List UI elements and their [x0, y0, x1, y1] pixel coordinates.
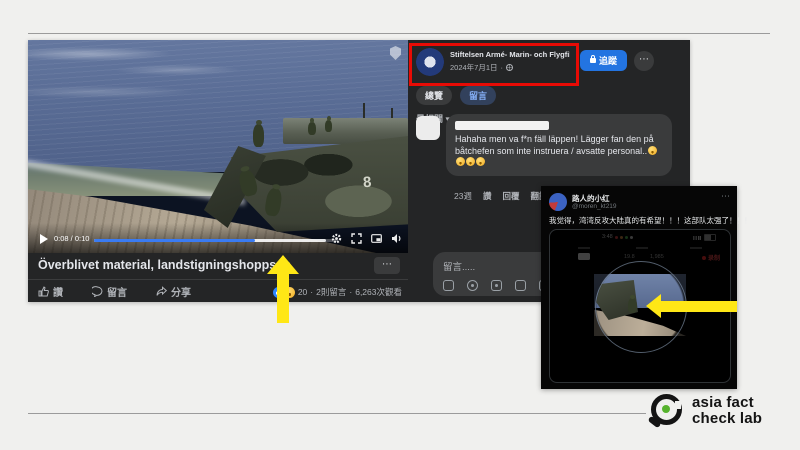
- comment-count: 2則留言: [316, 286, 346, 298]
- comment-text-line2: båtchefen som inte instruera / avsatte p…: [455, 146, 647, 156]
- settings-icon[interactable]: [331, 233, 342, 244]
- pip-icon[interactable]: [371, 233, 382, 244]
- comment-label: 留言: [107, 284, 127, 299]
- progress-played: [94, 239, 255, 242]
- tab-comments[interactable]: 留言: [460, 86, 496, 105]
- commenter-name-blurred: [455, 121, 549, 130]
- arrow-shaft: [277, 274, 289, 323]
- video-progress-bar[interactable]: [94, 239, 338, 242]
- logo-line1: asia fact: [692, 395, 762, 411]
- laughing-emoji-icon: [456, 157, 465, 166]
- green-dot: [662, 405, 670, 413]
- logo-line2: check lab: [692, 411, 762, 427]
- reaction-count: 20: [298, 287, 307, 297]
- comment-text-line1: Hahaha men va f*n fäll läppen! Lägger fa…: [455, 134, 654, 144]
- yellow-arrow-annotation: [267, 255, 299, 323]
- avatar-sticker-icon[interactable]: [443, 280, 454, 291]
- post-action-bar: 讚 留言 分享 20 · 2則留言 · 6,263次觀看: [28, 279, 408, 303]
- soldier-on-deck: [325, 120, 332, 132]
- video-time: 0:08 / 0:10: [54, 234, 89, 243]
- video-player[interactable]: 8 0:08 / 0:10: [28, 40, 408, 253]
- soldier-on-deck: [308, 122, 316, 135]
- view-count: 6,263次觀看: [355, 286, 402, 298]
- like-label: 讚: [53, 284, 63, 299]
- video-more-button[interactable]: ⋯: [374, 257, 400, 274]
- comment-reply-link[interactable]: 回覆: [502, 190, 519, 202]
- video-title-bar: Överblivet material, landstigningshoppsa…: [28, 253, 408, 279]
- post-more-button[interactable]: ⋯: [634, 51, 654, 71]
- gif-icon[interactable]: [515, 280, 526, 291]
- share-label: 分享: [171, 284, 191, 299]
- bottom-divider-line: [28, 413, 646, 414]
- logo-text: asia fact check lab: [692, 395, 762, 427]
- follow-button[interactable]: 追蹤: [580, 50, 627, 71]
- lock-icon: [590, 58, 596, 63]
- tweet-handle[interactable]: @moren_kt219: [572, 203, 617, 210]
- comment-bubble: Hahaha men va f*n fäll läppen! Lägger fa…: [446, 114, 672, 176]
- comment-button[interactable]: 留言: [92, 284, 127, 299]
- magnifier-icon: [648, 392, 684, 430]
- arrow-head: [646, 294, 661, 318]
- like-button[interactable]: 讚: [38, 284, 63, 299]
- tweet-avatar[interactable]: [549, 193, 567, 211]
- tab-overview[interactable]: 總覽: [416, 86, 452, 105]
- top-divider-line: [28, 33, 770, 34]
- follow-label: 追蹤: [599, 54, 617, 67]
- video-title: Överblivet material, landstigningshoppsa…: [38, 258, 291, 272]
- laughing-emoji-icon: [466, 157, 475, 166]
- play-icon[interactable]: [40, 234, 48, 244]
- share-button[interactable]: 分享: [156, 284, 191, 299]
- soldier-on-ramp: [253, 124, 264, 147]
- tweet-screenshot: 路人的小红 @moren_kt219 ⋯ 我觉得，湾湾反攻大陆真的有希望！！！这…: [541, 186, 737, 389]
- tweet-text: 我觉得，湾湾反攻大陆真的有希望！！！这部队太强了！！！: [549, 215, 752, 226]
- fullscreen-icon[interactable]: [351, 233, 362, 244]
- magnifier-ring-gap: [675, 401, 681, 409]
- boat-hull: [231, 136, 408, 232]
- tweet-video[interactable]: 3:48 19.8 1,985 录制: [549, 229, 731, 383]
- comment-age: 23週: [454, 190, 472, 202]
- tweet-more-button[interactable]: ⋯: [721, 191, 730, 202]
- arrow-shaft: [661, 301, 737, 312]
- commenter-avatar-blurred: [416, 116, 440, 140]
- volume-icon[interactable]: [391, 233, 402, 244]
- laughing-emoji-icon: [648, 146, 657, 155]
- yellow-arrow-annotation: [646, 294, 737, 318]
- arrow-head: [267, 255, 299, 274]
- video-controls: 0:08 / 0:10: [28, 223, 408, 253]
- laughing-emoji-icon: [476, 157, 485, 166]
- comment-like-link[interactable]: 讚: [483, 190, 492, 202]
- emoji-icon[interactable]: [467, 280, 478, 291]
- boat-hull-number: 8: [362, 174, 372, 192]
- red-highlight-box: [409, 43, 579, 86]
- camera-icon[interactable]: [491, 280, 502, 291]
- asia-fact-check-lab-logo: asia fact check lab: [648, 392, 762, 430]
